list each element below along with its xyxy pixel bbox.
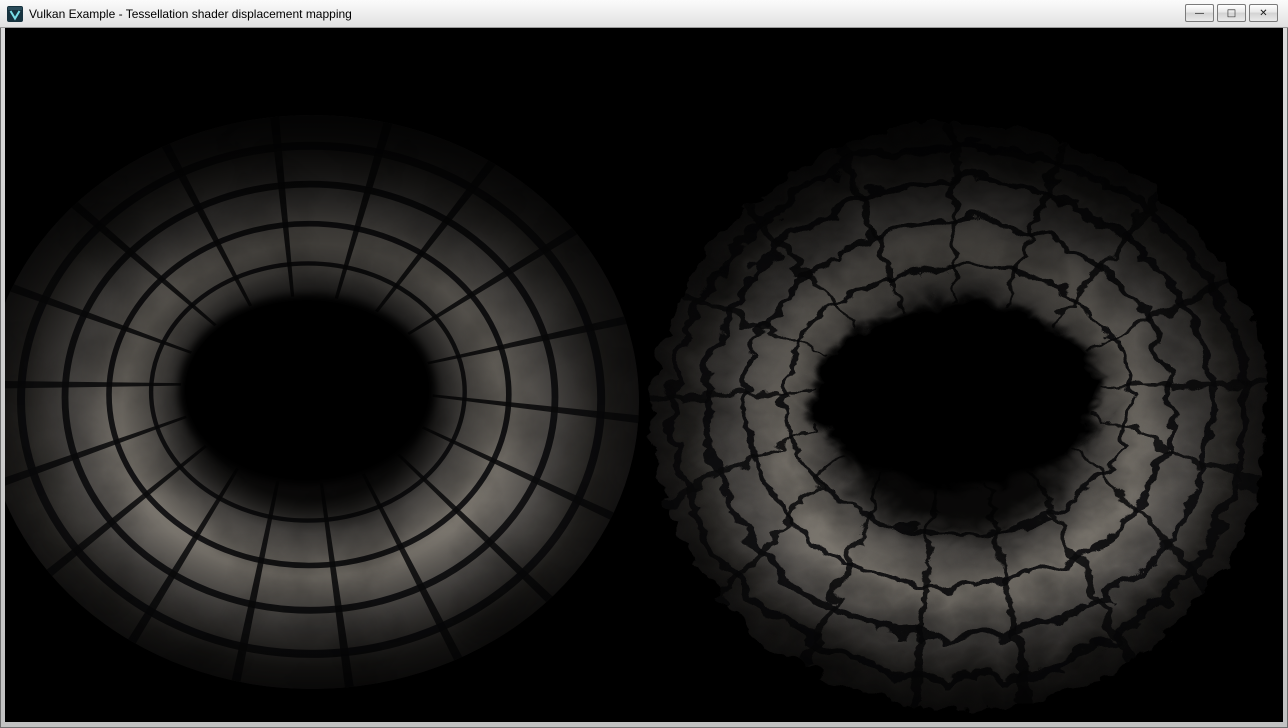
torus-right-object [648,118,1262,704]
titlebar[interactable]: Vulkan Example - Tessellation shader dis… [0,0,1288,28]
app-icon[interactable] [7,6,23,22]
vulkan-icon [7,6,23,22]
window-title: Vulkan Example - Tessellation shader dis… [29,7,352,21]
app-window: Vulkan Example - Tessellation shader dis… [0,0,1288,728]
minimize-button[interactable]: — [1185,4,1214,22]
window-controls: — □ ✕ [1185,4,1278,22]
torus-left-object [5,115,639,689]
close-button[interactable]: ✕ [1249,4,1278,22]
scene-canvas[interactable] [5,28,1283,722]
maximize-button[interactable]: □ [1217,4,1246,22]
render-viewport[interactable] [5,28,1283,722]
